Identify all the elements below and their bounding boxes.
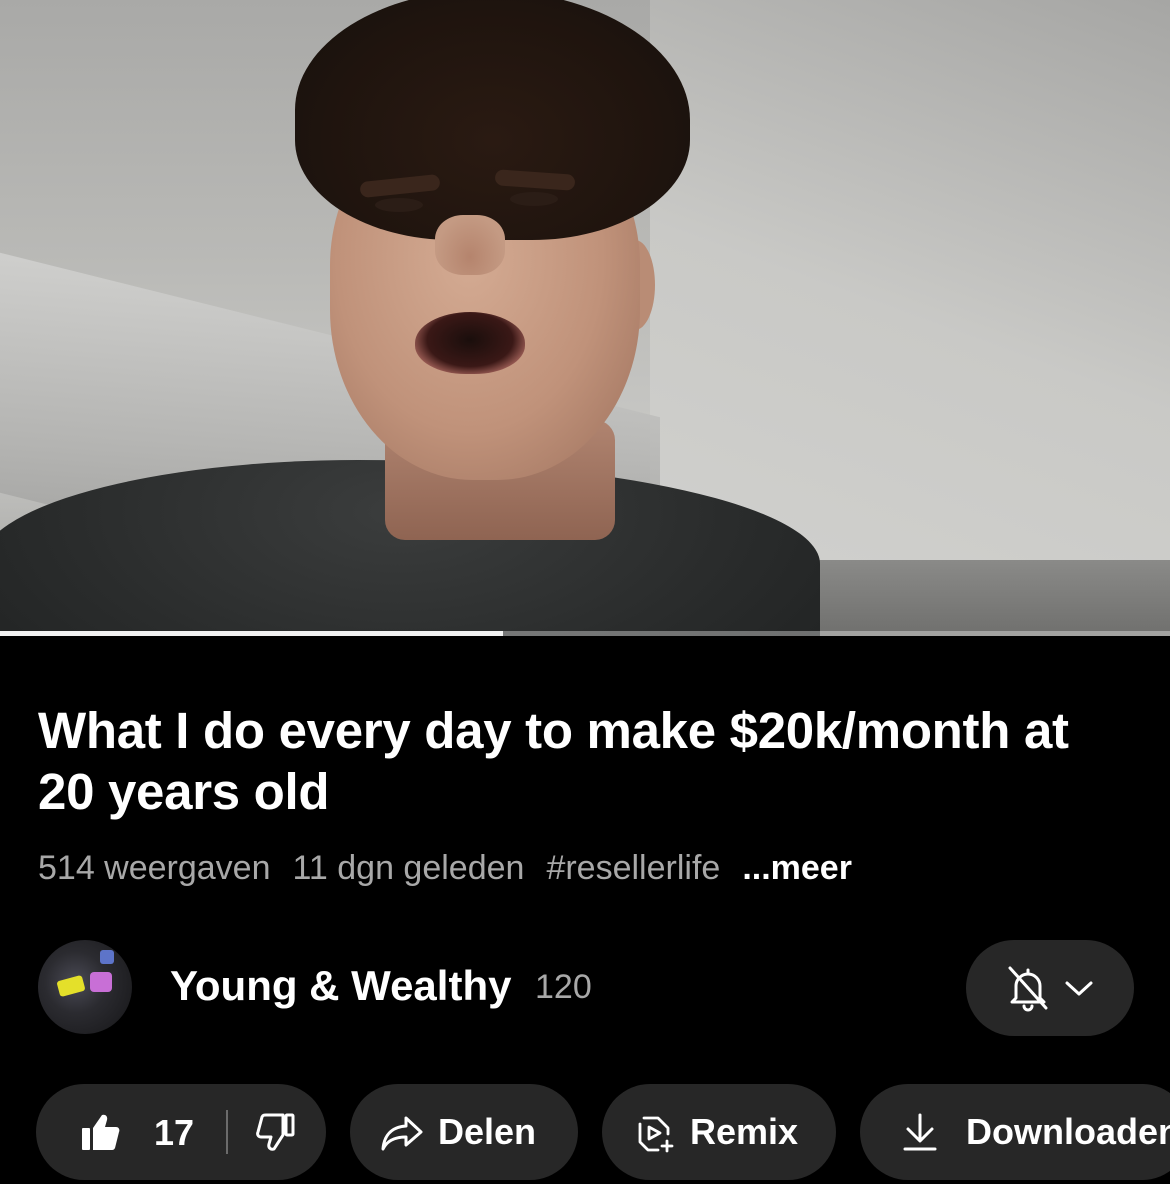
channel-avatar[interactable] (38, 940, 132, 1034)
share-arrow-icon (381, 1116, 423, 1151)
like-count[interactable]: 17 (154, 1112, 194, 1154)
video-person-eye (375, 198, 423, 212)
bell-off-icon (1008, 966, 1048, 1012)
download-label: Downloaden (966, 1111, 1170, 1152)
video-progress-bar[interactable] (0, 631, 1170, 636)
video-person-mouth (415, 312, 525, 374)
share-button[interactable]: Delen (350, 1084, 578, 1180)
upload-age: 11 dgn geleden (292, 848, 525, 887)
thumbs-up-icon[interactable] (80, 1112, 120, 1152)
channel-name[interactable]: Young & Wealthy (170, 962, 511, 1010)
notification-settings-button[interactable] (966, 940, 1134, 1036)
video-player[interactable] (0, 0, 1170, 636)
like-dislike-button-group: 17 (36, 1084, 326, 1180)
action-bar: 17 Delen Remix Downloaden (36, 1084, 1170, 1184)
thumbs-down-icon[interactable] (256, 1112, 296, 1152)
remix-icon (638, 1116, 674, 1153)
video-meta[interactable]: 514 weergaven 11 dgn geleden #resellerli… (38, 846, 874, 890)
subscriber-count: 120 (535, 968, 592, 1006)
more-description-link[interactable]: ...meer (742, 849, 852, 888)
video-title: What I do every day to make $20k/month a… (38, 702, 1069, 820)
download-icon (903, 1113, 937, 1151)
share-label: Delen (438, 1111, 537, 1152)
remix-button[interactable]: Remix (602, 1084, 836, 1180)
view-count: 514 weergaven (38, 848, 271, 887)
download-button[interactable]: Downloaden (860, 1084, 1170, 1180)
video-person-nose (435, 215, 505, 275)
video-person-eye (510, 192, 558, 206)
chevron-down-icon (1065, 981, 1093, 996)
video-person-hair (295, 0, 690, 240)
remix-label: Remix (690, 1111, 799, 1152)
channel-row: Young & Wealthy 120 (38, 940, 1138, 1036)
like-divider (226, 1110, 228, 1154)
hashtag-link[interactable]: #resellerlife (546, 849, 720, 888)
video-progress-fill (0, 631, 504, 636)
